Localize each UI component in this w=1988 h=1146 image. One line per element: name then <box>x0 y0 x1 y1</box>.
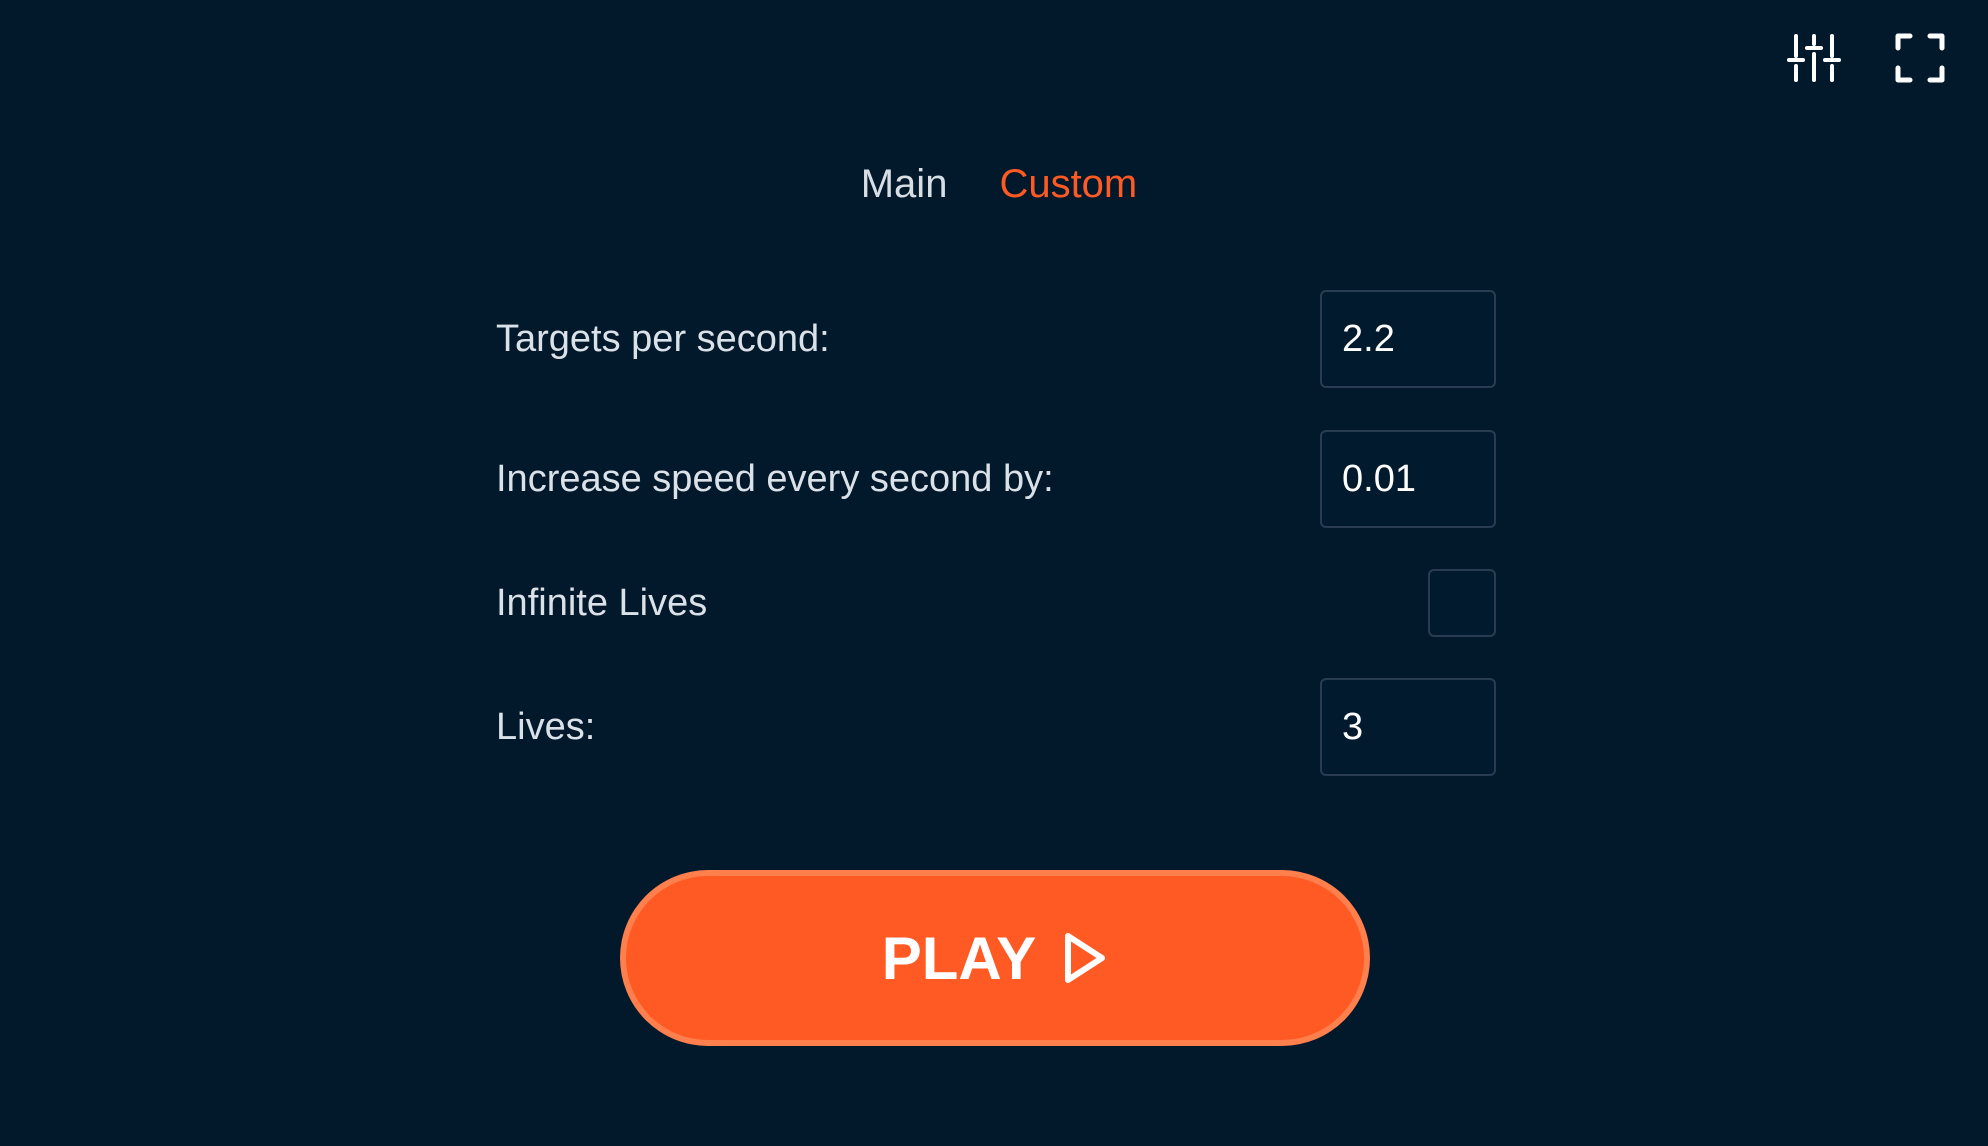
settings-screen: Main Custom Targets per second: Increase… <box>0 0 1988 1146</box>
lives-row: Lives: <box>496 678 1496 776</box>
mode-tabs: Main Custom <box>0 162 1988 207</box>
lives-input[interactable] <box>1320 678 1496 776</box>
custom-settings-form: Targets per second: Increase speed every… <box>496 290 1496 776</box>
targets-per-second-input[interactable] <box>1320 290 1496 388</box>
infinite-lives-row: Infinite Lives <box>496 568 1496 638</box>
top-toolbar <box>1786 30 1948 86</box>
infinite-lives-label: Infinite Lives <box>496 581 708 624</box>
fullscreen-button[interactable] <box>1892 30 1948 86</box>
sliders-icon <box>1787 34 1841 82</box>
speed-increase-input[interactable] <box>1320 430 1496 528</box>
play-icon <box>1065 933 1106 983</box>
fullscreen-icon <box>1895 33 1945 83</box>
tab-custom[interactable]: Custom <box>989 162 1137 207</box>
lives-label: Lives: <box>496 705 596 748</box>
speed-increase-label: Increase speed every second by: <box>496 457 1054 500</box>
play-button-label: PLAY <box>881 924 1037 992</box>
play-button[interactable]: PLAY <box>626 876 1364 1040</box>
tab-main[interactable]: Main <box>851 162 948 207</box>
settings-sliders-button[interactable] <box>1786 30 1842 86</box>
targets-per-second-label: Targets per second: <box>496 317 830 360</box>
infinite-lives-checkbox[interactable] <box>1428 569 1496 637</box>
play-button-outline: PLAY <box>620 870 1370 1046</box>
targets-per-second-row: Targets per second: <box>496 290 1496 388</box>
speed-increase-row: Increase speed every second by: <box>496 430 1496 528</box>
